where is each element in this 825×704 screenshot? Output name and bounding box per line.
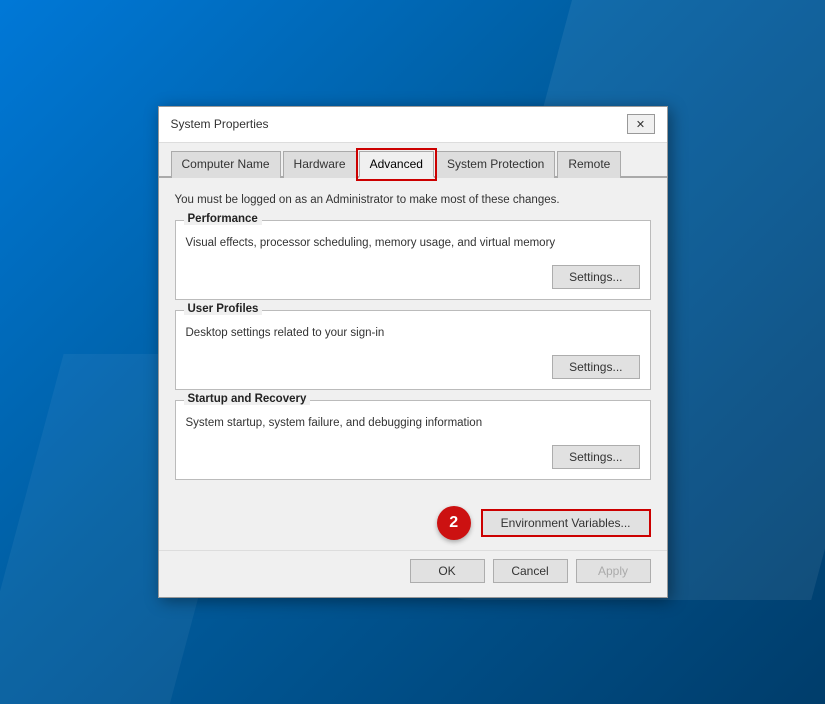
performance-title: Performance [184, 213, 262, 225]
tab-advanced[interactable]: Advanced [359, 151, 434, 178]
footer-buttons-area: OK Cancel Apply [159, 550, 667, 597]
startup-recovery-settings-button[interactable]: Settings... [552, 445, 639, 469]
title-bar-text: System Properties [171, 117, 269, 131]
tab-system-protection[interactable]: System Protection [436, 151, 555, 178]
admin-notice: You must be logged on as an Administrato… [175, 192, 651, 208]
tab-remote[interactable]: Remote [557, 151, 621, 178]
cancel-button[interactable]: Cancel [493, 559, 568, 583]
tab-hardware[interactable]: Hardware [283, 151, 357, 178]
content-area: You must be logged on as an Administrato… [159, 178, 667, 500]
startup-recovery-section: Startup and Recovery System startup, sys… [175, 400, 651, 480]
user-profiles-desc: Desktop settings related to your sign-in [186, 327, 640, 339]
performance-section: Performance Visual effects, processor sc… [175, 220, 651, 300]
tab-computer-name[interactable]: Computer Name [171, 151, 281, 178]
startup-recovery-desc: System startup, system failure, and debu… [186, 417, 640, 429]
title-bar-controls: ✕ [627, 114, 655, 134]
close-button[interactable]: ✕ [627, 114, 655, 134]
environment-variables-button[interactable]: Environment Variables... [481, 509, 651, 537]
performance-desc: Visual effects, processor scheduling, me… [186, 237, 640, 249]
user-profiles-section: User Profiles Desktop settings related t… [175, 310, 651, 390]
user-profiles-title: User Profiles [184, 303, 263, 315]
system-properties-dialog: System Properties ✕ Computer Name Hardwa… [158, 106, 668, 598]
ok-button[interactable]: OK [410, 559, 485, 583]
performance-settings-button[interactable]: Settings... [552, 265, 639, 289]
env-vars-badge: 2 [437, 506, 471, 540]
title-bar: System Properties ✕ [159, 107, 667, 143]
tabs-container: Computer Name Hardware Advanced System P… [159, 143, 667, 178]
env-vars-row: 2 Environment Variables... [159, 500, 667, 550]
startup-recovery-title: Startup and Recovery [184, 393, 311, 405]
user-profiles-settings-button[interactable]: Settings... [552, 355, 639, 379]
apply-button[interactable]: Apply [576, 559, 651, 583]
